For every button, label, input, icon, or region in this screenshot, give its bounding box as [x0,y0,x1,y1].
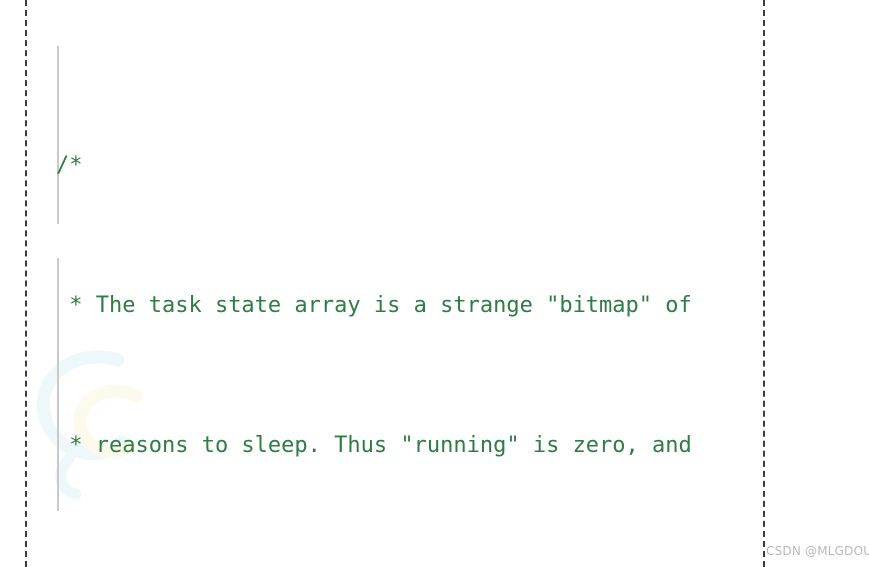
comment-text: * The task state array is a strange "bit… [69,293,692,318]
comment-text: * reasons to sleep. Thus "running" is ze… [69,433,692,458]
code-line-comment-open[interactable]: /* [56,148,692,183]
screenshot-root: /* * The task state array is a strange "… [0,0,869,567]
watermark-credit: CSDN @MLGDOU [766,544,869,558]
comment-open-token: /* [56,153,83,178]
code-line-comment-1[interactable]: * The task state array is a strange "bit… [56,288,692,323]
code-content[interactable]: /* * The task state array is a strange "… [56,8,692,567]
code-line-comment-2[interactable]: * reasons to sleep. Thus "running" is ze… [56,428,692,463]
code-editor[interactable]: /* * The task state array is a strange "… [0,0,869,567]
